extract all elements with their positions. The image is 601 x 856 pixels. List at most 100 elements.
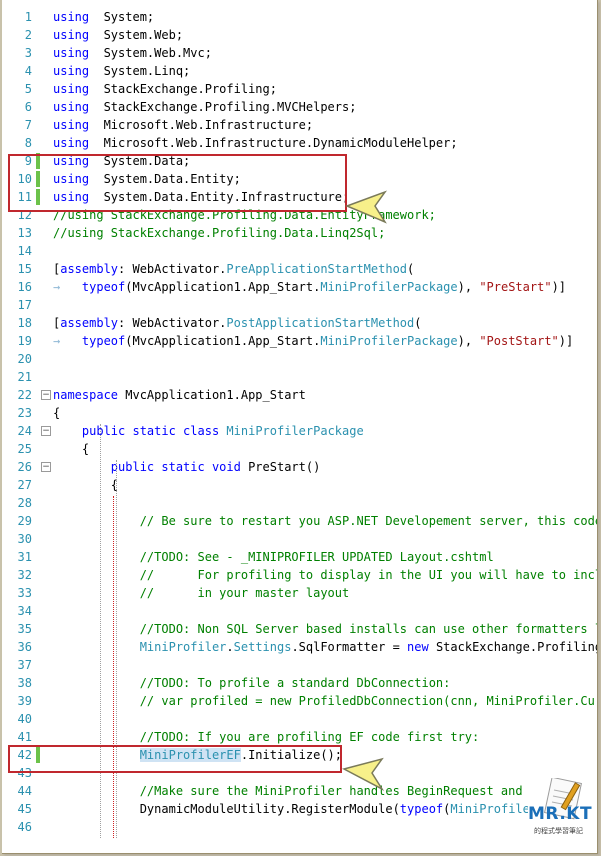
line-number: 7 (24, 118, 32, 132)
code-line[interactable]: 39 // var profiled = new ProfiledDbConne… (2, 692, 597, 710)
line-number: 30 (17, 532, 32, 546)
code-line[interactable]: 5 using StackExchange.Profiling; (2, 80, 597, 98)
code-text: //TODO: Non SQL Server based installs ca… (139, 622, 598, 636)
line-number: 32 (17, 568, 32, 582)
code-line[interactable]: 16 → typeof(MvcApplication1.App_Start.Min… (2, 278, 597, 296)
code-line[interactable]: 37 (2, 656, 597, 674)
code-line[interactable]: 23 { (2, 404, 597, 422)
code-line[interactable]: 25 { (2, 440, 597, 458)
code-line[interactable]: 4 using System.Linq; (2, 62, 597, 80)
line-number: 14 (17, 244, 32, 258)
logo-caption: 的程式學習筆記 (534, 827, 583, 835)
code-line[interactable]: 18 [assembly: WebActivator.PostApplicatio… (2, 314, 597, 332)
code-line[interactable]: 24− public static class MiniProfilerPack… (2, 422, 597, 440)
code-line[interactable]: 13 //using StackExchange.Profiling.Data.L… (2, 224, 597, 242)
code-line[interactable]: 3 using System.Web.Mvc; (2, 44, 597, 62)
code-line[interactable]: 26− public static void PreStart() (2, 458, 597, 476)
line-number: 16 (17, 280, 32, 294)
line-number: 3 (24, 46, 32, 60)
line-number: 38 (17, 676, 32, 690)
code-text: using System.Linq; (53, 64, 191, 78)
code-line[interactable]: 17 (2, 296, 597, 314)
line-number: 24 (17, 424, 32, 438)
line-number: 44 (17, 784, 32, 798)
code-line[interactable]: 21 (2, 368, 597, 386)
line-number: 34 (17, 604, 32, 618)
code-text: using StackExchange.Profiling.MVCHelpers… (53, 100, 357, 114)
code-text: public static void PreStart() (110, 460, 321, 474)
code-line[interactable]: 7 using Microsoft.Web.Infrastructure; (2, 116, 597, 134)
code-line[interactable]: 30 (2, 530, 597, 548)
line-number: 25 (17, 442, 32, 456)
fold-toggle-icon[interactable]: − (41, 390, 51, 400)
line-number: 33 (17, 586, 32, 600)
pointer-arrow-icon (342, 757, 385, 791)
code-editor-window: 1 using System; 2 using System.Web; 3 using S… (2, 0, 598, 854)
code-text: //using StackExchange.Profiling.Data.Lin… (53, 226, 386, 240)
code-line[interactable]: 2 using System.Web; (2, 26, 597, 44)
code-line[interactable]: 31 //TODO: See - _MINIPROFILER UPDATED L… (2, 548, 597, 566)
code-text: // in your master layout (139, 586, 350, 600)
fold-toggle-icon[interactable]: − (41, 462, 51, 472)
highlight-box-initialize (8, 745, 342, 773)
code-line[interactable]: 19 → typeof(MvcApplication1.App_Start.Min… (2, 332, 597, 350)
code-line[interactable]: 6 using StackExchange.Profiling.MVCHelper… (2, 98, 597, 116)
logo-text: MR.KT (528, 804, 593, 824)
code-line[interactable]: 32 // For profiling to display in the UI… (2, 566, 597, 584)
line-number: 36 (17, 640, 32, 654)
line-number: 35 (17, 622, 32, 636)
line-number: 15 (17, 262, 32, 276)
indent-guide (100, 424, 102, 838)
window-title-fragment (2, 0, 597, 8)
line-number: 22 (17, 388, 32, 402)
code-text: → typeof(MvcApplication1.App_Start.MiniP… (53, 334, 574, 348)
line-number: 1 (24, 10, 32, 24)
line-number: 19 (17, 334, 32, 348)
code-text: { (81, 442, 90, 456)
line-number: 6 (24, 100, 32, 114)
line-number: 4 (24, 64, 32, 78)
line-number: 13 (17, 226, 32, 240)
code-line[interactable]: 35 //TODO: Non SQL Server based installs… (2, 620, 597, 638)
code-text: DynamicModuleUtility.RegisterModule(type… (139, 802, 545, 816)
code-text: { (110, 478, 119, 492)
code-line[interactable]: 8 using Microsoft.Web.Infrastructure.Dyna… (2, 134, 597, 152)
fold-toggle-icon[interactable]: − (41, 426, 51, 436)
code-line[interactable]: 33 // in your master layout (2, 584, 597, 602)
code-line[interactable]: 29 // Be sure to restart you ASP.NET Dev… (2, 512, 597, 530)
code-line[interactable]: 1 using System; (2, 8, 597, 26)
code-line[interactable]: 46 (2, 818, 597, 836)
code-line[interactable]: 34 (2, 602, 597, 620)
line-number: 20 (17, 352, 32, 366)
code-line[interactable]: 14 (2, 242, 597, 260)
line-number: 29 (17, 514, 32, 528)
code-text: namespace MvcApplication1.App_Start (53, 388, 306, 402)
pointer-arrow-icon (345, 190, 388, 224)
indent-guide (115, 460, 117, 838)
code-line[interactable]: 45 DynamicModuleUtility.RegisterModule(t… (2, 800, 597, 818)
code-line[interactable]: 36 MiniProfiler.Settings.SqlFormatter = … (2, 638, 597, 656)
line-number: 18 (17, 316, 32, 330)
code-line[interactable]: 40 (2, 710, 597, 728)
code-line[interactable]: 15 [assembly: WebActivator.PreApplication… (2, 260, 597, 278)
code-text: // Be sure to restart you ASP.NET Develo… (139, 514, 598, 528)
code-line[interactable]: 22− namespace MvcApplication1.App_Start (2, 386, 597, 404)
line-number: 41 (17, 730, 32, 744)
highlight-box-usings (8, 154, 347, 212)
site-watermark: MR.KT 的程式學習筆記 (528, 778, 592, 840)
code-line[interactable]: 41 //TODO: If you are profiling EF code … (2, 728, 597, 746)
code-text: //Make sure the MiniProfiler handles Beg… (139, 784, 545, 798)
code-text: using System; (53, 10, 155, 24)
line-number: 23 (17, 406, 32, 420)
code-line[interactable]: 28 (2, 494, 597, 512)
code-line[interactable]: 38 //TODO: To profile a standard DbConne… (2, 674, 597, 692)
indent-guide (112, 496, 114, 838)
line-number: 31 (17, 550, 32, 564)
tab-arrow-icon: → (53, 334, 82, 348)
code-line[interactable]: 20 (2, 350, 597, 368)
code-text: using StackExchange.Profiling; (53, 82, 277, 96)
code-line[interactable]: 27 { (2, 476, 597, 494)
line-number: 45 (17, 802, 32, 816)
code-text: // For profiling to display in the UI yo… (139, 568, 598, 582)
code-line[interactable]: 44 //Make sure the MiniProfiler handles … (2, 782, 597, 800)
